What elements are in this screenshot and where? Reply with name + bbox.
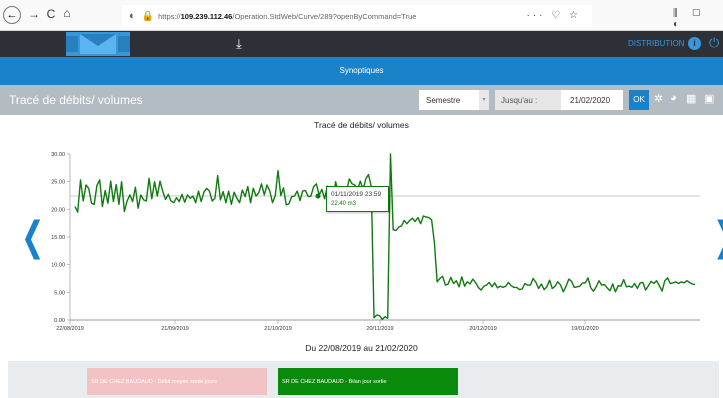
chart-tooltip: 01/11/2019 23:59 22.40 m3 (326, 186, 389, 212)
y-tick-label: 10.00 (51, 263, 65, 269)
legend-item-debit-moyen[interactable]: SR DE CHEZ BAUDAUD - Débit moyen sortie … (87, 368, 267, 395)
y-tick-label: 25.00 (51, 180, 65, 186)
tooltip-value: 22.40 m3 (331, 201, 357, 207)
series-line (74, 153, 696, 321)
chart-date-range: Du 22/08/2019 au 21/02/2020 (305, 343, 418, 353)
next-period-arrow-icon[interactable]: ❯ (713, 217, 723, 257)
highlighted-point (315, 193, 321, 199)
y-tick-label: 0.00 (54, 318, 65, 324)
previous-period-arrow-icon[interactable]: ❮ (21, 217, 44, 257)
legend-item-bilan-jour[interactable]: SR DE CHEZ BAUDAUD - Bilan jour sortie (278, 368, 458, 395)
x-tick-label: 20/12/2019 (469, 326, 497, 332)
x-tick-label: 19/01/2020 (571, 326, 599, 332)
tooltip-date: 01/11/2019 23:59 (331, 191, 382, 198)
x-tick-label: 21/09/2019 (161, 326, 189, 332)
y-tick-label: 30.00 (51, 152, 65, 158)
x-tick-label: 22/08/2019 (56, 326, 84, 332)
y-tick-label: 5.00 (54, 290, 65, 296)
x-tick-label: 21/10/2019 (264, 326, 292, 332)
x-tick-label: 20/11/2019 (366, 326, 393, 332)
y-tick-label: 15.00 (51, 235, 65, 241)
y-tick-label: 20.00 (51, 207, 65, 213)
